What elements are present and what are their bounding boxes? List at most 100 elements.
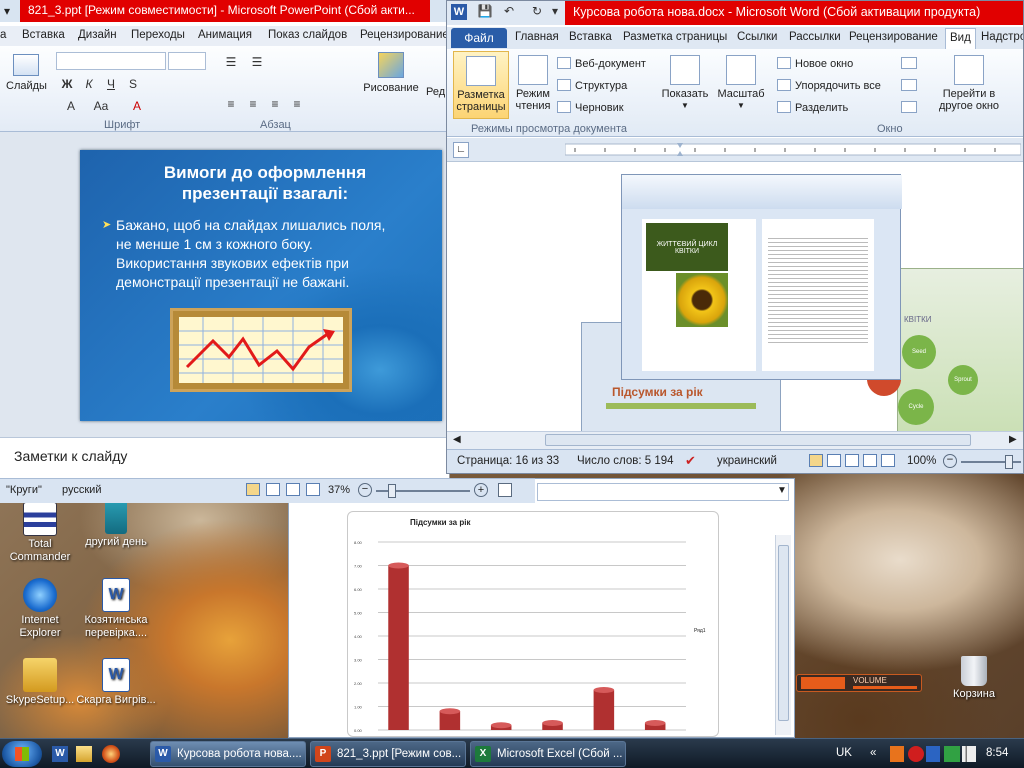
tab-slideshow[interactable]: Показ слайдов — [268, 29, 347, 41]
tab-view[interactable]: Вид — [945, 28, 976, 49]
switch-window-button[interactable]: Перейти в другое окно — [931, 51, 1007, 112]
tab-animation[interactable]: Анимация — [198, 29, 252, 41]
slide-sorter-icon[interactable] — [266, 483, 280, 496]
draft-button[interactable]: Черновик — [557, 101, 624, 114]
slide-clipart-chart[interactable] — [170, 308, 352, 392]
save-icon[interactable]: 💾 — [477, 4, 493, 20]
taskbar-powerpoint-button[interactable]: P 821_3.ppt [Режим сов... — [310, 741, 466, 767]
tray-expand-icon[interactable]: « — [870, 747, 876, 759]
horizontal-ruler[interactable]: ∟ — [447, 138, 1023, 162]
taskbar-word-button[interactable]: W Курсова робота нова.... — [150, 741, 306, 767]
customize-qat-icon[interactable]: ▾ — [547, 4, 563, 20]
desktop-icon-recycle-bin[interactable]: Корзина — [934, 656, 1014, 701]
tab-insert[interactable]: Вставка — [569, 31, 612, 43]
bar[interactable] — [439, 708, 461, 730]
reading-view-icon[interactable] — [286, 483, 300, 496]
bar[interactable] — [490, 722, 512, 730]
font-color-button[interactable]: A — [62, 98, 80, 114]
tray-jb-icon[interactable] — [926, 746, 940, 762]
excel-formula-bar[interactable] — [537, 483, 789, 501]
zoom-slider-thumb[interactable] — [1005, 455, 1013, 469]
page-layout-view-button[interactable]: Разметка страницы — [453, 51, 509, 119]
side-by-side-icon[interactable] — [901, 57, 917, 69]
spelling-check-icon[interactable]: ✔ — [685, 453, 696, 469]
zoom-out-icon[interactable]: − — [943, 454, 957, 468]
slide[interactable]: Вимоги до оформлення презентації взагалі… — [80, 150, 442, 421]
volume-slider[interactable] — [853, 686, 917, 689]
tab-page-layout[interactable]: Разметка страницы — [623, 31, 727, 43]
redo-icon[interactable]: ↻ — [529, 4, 545, 20]
desktop-icon-folder[interactable]: другий день — [76, 500, 156, 549]
notes-pane[interactable]: Заметки к слайду — [0, 437, 449, 477]
strike-button[interactable]: S — [124, 76, 142, 92]
zoom-slider-thumb[interactable] — [388, 484, 396, 498]
undo-icon[interactable]: ↶ — [501, 4, 517, 20]
scroll-thumb[interactable] — [778, 545, 789, 721]
ppt-app-icon[interactable]: ▾ — [4, 4, 10, 18]
outline-button[interactable]: Структура — [557, 79, 627, 92]
font-color-a-button[interactable]: A — [128, 98, 146, 114]
tab-review[interactable]: Рецензирование — [360, 29, 449, 41]
scroll-right-icon[interactable]: ▶ — [1009, 434, 1017, 445]
desktop-icon-word-doc-2[interactable]: W Скарга Вигрів... — [76, 658, 156, 707]
zoom-level[interactable]: 100% — [907, 455, 936, 467]
change-case-button[interactable]: Aa — [92, 98, 110, 114]
reading-layout-icon[interactable] — [827, 454, 841, 467]
justify-button[interactable]: ≡ — [288, 96, 306, 112]
status-language[interactable]: украинский — [717, 455, 777, 467]
desktop-icon-total-commander[interactable]: Total Commander — [0, 502, 80, 564]
hscroll-thumb[interactable] — [545, 434, 971, 446]
start-button[interactable] — [2, 741, 42, 767]
volume-widget[interactable]: VOLUME — [796, 674, 922, 692]
zoom-in-icon[interactable]: + — [474, 483, 488, 497]
slide-body[interactable]: ➤ Бажано, щоб на слайдах лишались поля, … — [102, 216, 402, 292]
editing-label-partial[interactable]: Ред — [426, 86, 445, 98]
slide-title[interactable]: Вимоги до оформлення презентації взагалі… — [120, 162, 410, 204]
desktop-icon-word-doc-1[interactable]: W Козятинська перевірка.... — [76, 578, 156, 640]
tray-media-icon[interactable] — [890, 746, 904, 762]
tray-signal-icon[interactable] — [962, 746, 976, 762]
bar[interactable] — [644, 719, 666, 730]
tab-selector[interactable]: ∟ — [453, 142, 469, 158]
bold-button[interactable]: Ж — [58, 76, 76, 92]
font-size-combo[interactable] — [168, 52, 206, 70]
bar[interactable] — [593, 687, 615, 730]
align-left-button[interactable]: ≡ — [222, 96, 240, 112]
fit-to-window-icon[interactable] — [498, 483, 512, 497]
excel-chart[interactable]: Підсумки за рік 0.00 1.00 2.00 3.00 4.00 5.00… — [347, 511, 719, 737]
word-counter[interactable]: Число слов: 5 194 — [577, 455, 674, 467]
tab-design[interactable]: Дизайн — [78, 29, 117, 41]
horizontal-scrollbar[interactable]: ◀ ▶ — [447, 431, 1023, 449]
web-layout-icon[interactable] — [845, 454, 859, 467]
document-area[interactable]: Підсумки за рік КВІТКИ Seed Sprout Cycle… — [447, 162, 1023, 432]
scroll-left-icon[interactable]: ◀ — [453, 434, 461, 445]
reading-mode-button[interactable]: Режим чтения — [511, 51, 555, 112]
slideshow-icon[interactable] — [306, 483, 320, 496]
status-language[interactable]: русский — [62, 484, 101, 496]
zoom-slider[interactable] — [961, 455, 1021, 469]
tab-home-partial[interactable]: а — [0, 29, 6, 41]
reset-position-icon[interactable] — [901, 101, 917, 113]
desktop-icon-internet-explorer[interactable]: Internet Explorer — [0, 578, 80, 640]
split-button[interactable]: Разделить — [777, 101, 848, 114]
draft-layout-icon[interactable] — [881, 454, 895, 467]
tab-addins[interactable]: Надстро — [981, 31, 1023, 43]
quicklaunch-browser-icon[interactable] — [102, 745, 120, 763]
bar[interactable] — [388, 562, 409, 731]
numbering-button[interactable]: ☰ — [248, 54, 266, 70]
bar[interactable] — [542, 719, 563, 730]
italic-button[interactable]: К — [80, 76, 98, 92]
normal-view-icon[interactable] — [246, 483, 260, 496]
quicklaunch-explorer-icon[interactable] — [76, 746, 92, 762]
page-counter[interactable]: Страница: 16 из 33 — [457, 455, 559, 467]
bullets-button[interactable]: ☰ — [222, 54, 240, 70]
zoom-button[interactable]: Масштаб ▼ — [715, 51, 767, 112]
quicklaunch-word-icon[interactable]: W — [52, 746, 68, 762]
language-indicator[interactable]: UK — [836, 747, 852, 759]
theme-name[interactable]: "Круги" — [6, 484, 42, 496]
embedded-screenshot[interactable]: Підсумки за рік КВІТКИ Seed Sprout Cycle… — [577, 162, 1023, 432]
tab-file[interactable]: Файл — [451, 28, 507, 48]
tray-opera-icon[interactable] — [908, 746, 924, 762]
tab-review[interactable]: Рецензирование — [849, 31, 938, 43]
show-button[interactable]: Показать ▼ — [657, 51, 713, 112]
